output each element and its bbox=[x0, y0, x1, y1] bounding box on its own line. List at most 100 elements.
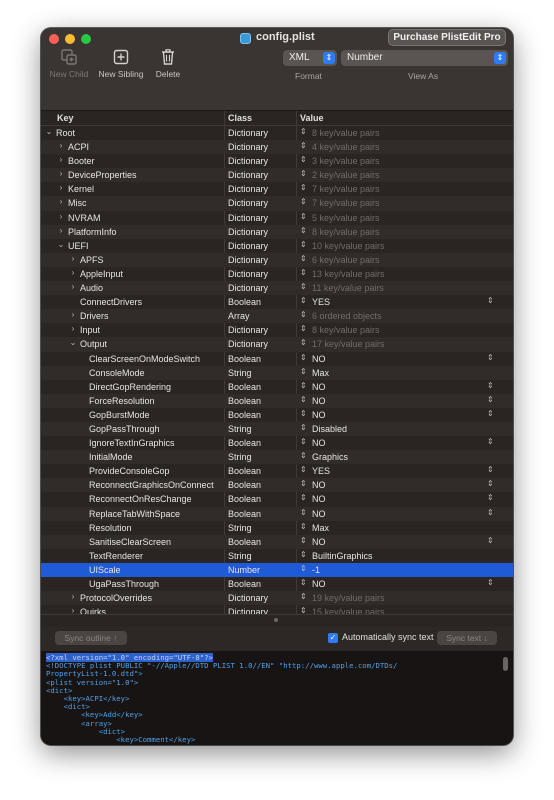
row-class[interactable]: Dictionary bbox=[228, 142, 268, 152]
class-stepper-icon[interactable]: ⇕ bbox=[300, 451, 307, 460]
zoom-window-button[interactable] bbox=[81, 34, 91, 44]
class-stepper-icon[interactable]: ⇕ bbox=[300, 592, 307, 601]
class-stepper-icon[interactable]: ⇕ bbox=[300, 310, 307, 319]
class-stepper-icon[interactable]: ⇕ bbox=[300, 324, 307, 333]
row-value[interactable]: 7 key/value pairs bbox=[312, 198, 380, 208]
row-value[interactable]: Max bbox=[312, 523, 329, 533]
class-stepper-icon[interactable]: ⇕ bbox=[300, 381, 307, 390]
row-class[interactable]: Dictionary bbox=[228, 198, 268, 208]
key-column-header[interactable]: Key bbox=[57, 113, 74, 123]
class-stepper-icon[interactable]: ⇕ bbox=[300, 268, 307, 277]
row-class[interactable]: Dictionary bbox=[228, 241, 268, 251]
row-value[interactable]: NO bbox=[312, 410, 326, 420]
row-value[interactable]: 8 key/value pairs bbox=[312, 325, 380, 335]
row-class[interactable]: String bbox=[228, 523, 252, 533]
class-stepper-icon[interactable]: ⇕ bbox=[300, 536, 307, 545]
row-value[interactable]: 11 key/value pairs bbox=[312, 283, 384, 293]
value-dropdown-icon[interactable]: ⇕ bbox=[487, 353, 494, 362]
format-select[interactable]: XML ⇕ bbox=[283, 50, 337, 66]
row-class[interactable]: String bbox=[228, 551, 252, 561]
row-class[interactable]: Boolean bbox=[228, 579, 261, 589]
row-class[interactable]: Number bbox=[228, 565, 260, 575]
class-stepper-icon[interactable]: ⇕ bbox=[300, 479, 307, 488]
row-value[interactable]: NO bbox=[312, 438, 326, 448]
auto-sync-checkbox[interactable]: ✓ bbox=[328, 633, 338, 643]
class-stepper-icon[interactable]: ⇕ bbox=[300, 367, 307, 376]
outline-row[interactable]: IgnoreTextInGraphics Boolean ⇕ NO ⇕ bbox=[41, 436, 513, 450]
outline-row[interactable]: › Audio Dictionary ⇕ 11 key/value pairs bbox=[41, 281, 513, 296]
class-stepper-icon[interactable]: ⇕ bbox=[300, 155, 307, 164]
value-dropdown-icon[interactable]: ⇕ bbox=[487, 465, 494, 474]
outline-row[interactable]: › ProtocolOverrides Dictionary ⇕ 19 key/valu… bbox=[41, 591, 513, 606]
outline-row[interactable]: › APFS Dictionary ⇕ 6 key/value pairs bbox=[41, 252, 513, 267]
disclosure-closed-icon[interactable]: › bbox=[57, 226, 65, 235]
value-dropdown-icon[interactable]: ⇕ bbox=[487, 395, 494, 404]
outline-row[interactable]: › Kernel Dictionary ⇕ 7 key/value pairs bbox=[41, 182, 513, 196]
row-value[interactable]: 7 key/value pairs bbox=[312, 184, 380, 194]
row-value[interactable]: NO bbox=[312, 396, 326, 406]
row-class[interactable]: Boolean bbox=[228, 396, 261, 406]
disclosure-closed-icon[interactable]: › bbox=[69, 310, 77, 319]
purchase-button[interactable]: Purchase PlistEdit Pro bbox=[388, 29, 506, 46]
value-dropdown-icon[interactable]: ⇕ bbox=[487, 493, 494, 502]
disclosure-closed-icon[interactable]: › bbox=[57, 183, 65, 192]
class-stepper-icon[interactable]: ⇕ bbox=[300, 522, 307, 531]
class-stepper-icon[interactable]: ⇕ bbox=[300, 226, 307, 235]
row-value[interactable]: NO bbox=[312, 509, 326, 519]
outline-row[interactable]: ReconnectGraphicsOnConnect Boolean ⇕ NO ⇕ bbox=[41, 478, 513, 493]
outline-row[interactable]: ⌄ Root Dictionary ⇕ 8 key/value pairs bbox=[41, 126, 513, 140]
outline-row[interactable]: GopBurstMode Boolean ⇕ NO ⇕ bbox=[41, 408, 513, 422]
outline-row[interactable]: ConsoleMode String ⇕ Max bbox=[41, 365, 513, 380]
close-window-button[interactable] bbox=[49, 34, 59, 44]
class-stepper-icon[interactable]: ⇕ bbox=[300, 465, 307, 474]
outline-row[interactable]: ProvideConsoleGop Boolean ⇕ YES ⇕ bbox=[41, 464, 513, 478]
class-stepper-icon[interactable]: ⇕ bbox=[300, 409, 307, 418]
row-class[interactable]: Dictionary bbox=[228, 128, 268, 138]
editor-scrollbar[interactable] bbox=[503, 657, 508, 671]
disclosure-open-icon[interactable]: ⌄ bbox=[69, 338, 77, 347]
delete-button[interactable]: Delete bbox=[143, 48, 193, 79]
row-class[interactable]: Dictionary bbox=[228, 325, 268, 335]
class-stepper-icon[interactable]: ⇕ bbox=[300, 240, 307, 249]
row-class[interactable]: Dictionary bbox=[228, 593, 268, 603]
outline-row[interactable]: UIScale Number ⇕ -1 bbox=[41, 562, 513, 577]
row-value[interactable]: Graphics bbox=[312, 452, 348, 462]
row-value[interactable]: 4 key/value pairs bbox=[312, 142, 380, 152]
value-dropdown-icon[interactable]: ⇕ bbox=[487, 508, 494, 517]
class-stepper-icon[interactable]: ⇕ bbox=[300, 212, 307, 221]
sync-text-button[interactable]: Sync text ↓ bbox=[437, 631, 497, 645]
row-class[interactable]: Dictionary bbox=[228, 255, 268, 265]
class-stepper-icon[interactable]: ⇕ bbox=[300, 169, 307, 178]
outline-row[interactable]: Resolution String ⇕ Max bbox=[41, 521, 513, 535]
outline-row[interactable]: ReplaceTabWithSpace Boolean ⇕ NO ⇕ bbox=[41, 506, 513, 521]
class-stepper-icon[interactable]: ⇕ bbox=[300, 550, 307, 559]
value-dropdown-icon[interactable]: ⇕ bbox=[487, 536, 494, 545]
class-stepper-icon[interactable]: ⇕ bbox=[300, 578, 307, 587]
row-value[interactable]: NO bbox=[312, 354, 326, 364]
disclosure-open-icon[interactable]: ⌄ bbox=[57, 240, 65, 249]
row-value[interactable]: 6 key/value pairs bbox=[312, 255, 380, 265]
outline-row[interactable]: InitialMode String ⇕ Graphics bbox=[41, 450, 513, 465]
disclosure-closed-icon[interactable]: › bbox=[57, 169, 65, 178]
row-class[interactable]: Boolean bbox=[228, 480, 261, 490]
row-class[interactable]: Boolean bbox=[228, 297, 261, 307]
outline-row[interactable]: › NVRAM Dictionary ⇕ 5 key/value pairs bbox=[41, 211, 513, 225]
disclosure-open-icon[interactable]: ⌄ bbox=[45, 127, 53, 136]
outline-row[interactable]: ⌄ UEFI Dictionary ⇕ 10 key/value pairs bbox=[41, 239, 513, 253]
row-class[interactable]: Dictionary bbox=[228, 184, 268, 194]
outline-row[interactable]: SanitiseClearScreen Boolean ⇕ NO ⇕ bbox=[41, 534, 513, 549]
value-dropdown-icon[interactable]: ⇕ bbox=[487, 296, 494, 305]
row-class[interactable]: Boolean bbox=[228, 466, 261, 476]
row-value[interactable]: Max bbox=[312, 368, 329, 378]
outline-row[interactable]: › Input Dictionary ⇕ 8 key/value pairs bbox=[41, 323, 513, 337]
row-value[interactable]: 13 key/value pairs bbox=[312, 269, 385, 279]
row-class[interactable]: Boolean bbox=[228, 537, 261, 547]
view-as-select[interactable]: Number ⇕ bbox=[341, 50, 508, 66]
disclosure-closed-icon[interactable]: › bbox=[69, 324, 77, 333]
row-value[interactable]: 2 key/value pairs bbox=[312, 170, 380, 180]
disclosure-closed-icon[interactable]: › bbox=[69, 592, 77, 601]
outline-row[interactable]: GopPassThrough String ⇕ Disabled bbox=[41, 421, 513, 437]
outline-row[interactable]: › PlatformInfo Dictionary ⇕ 8 key/value pair… bbox=[41, 224, 513, 239]
row-value[interactable]: NO bbox=[312, 382, 326, 392]
disclosure-closed-icon[interactable]: › bbox=[69, 268, 77, 277]
